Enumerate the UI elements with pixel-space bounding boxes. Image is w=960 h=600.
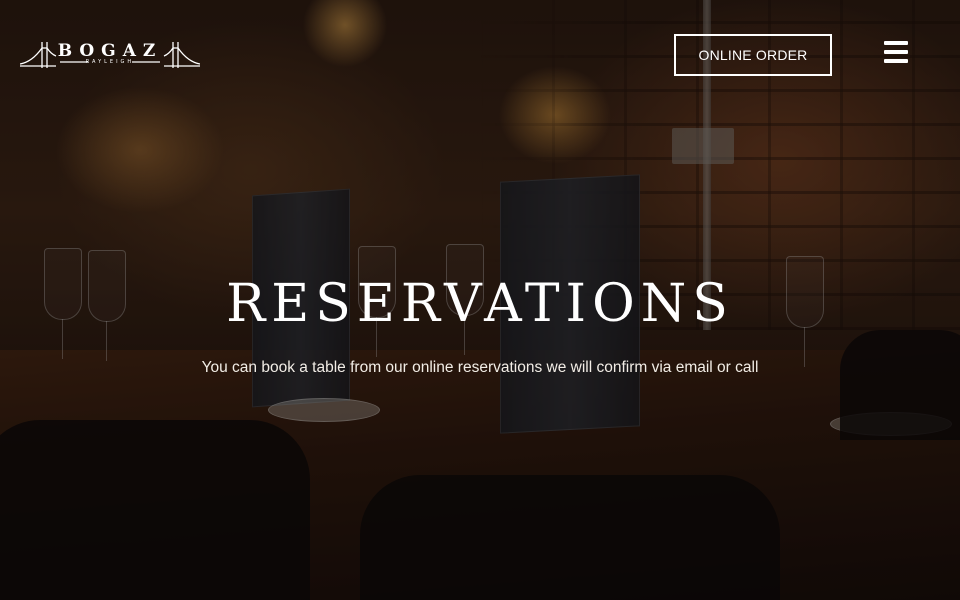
hamburger-menu-icon[interactable] — [884, 41, 908, 63]
page-subtitle: You can book a table from our online res… — [201, 359, 759, 376]
hamburger-bar — [884, 50, 908, 54]
logo[interactable]: BOGAZ RAYLEIGH — [20, 40, 200, 70]
logo-name: BOGAZ — [57, 41, 163, 61]
hero-section: BOGAZ RAYLEIGH ONLINE ORDER RESERVATIONS… — [0, 0, 960, 600]
page-title: RESERVATIONS — [226, 274, 734, 334]
online-order-button[interactable]: ONLINE ORDER — [674, 34, 832, 76]
hamburger-bar — [884, 41, 908, 45]
logo-subtitle: RAYLEIGH — [85, 59, 135, 65]
hamburger-bar — [884, 59, 908, 63]
